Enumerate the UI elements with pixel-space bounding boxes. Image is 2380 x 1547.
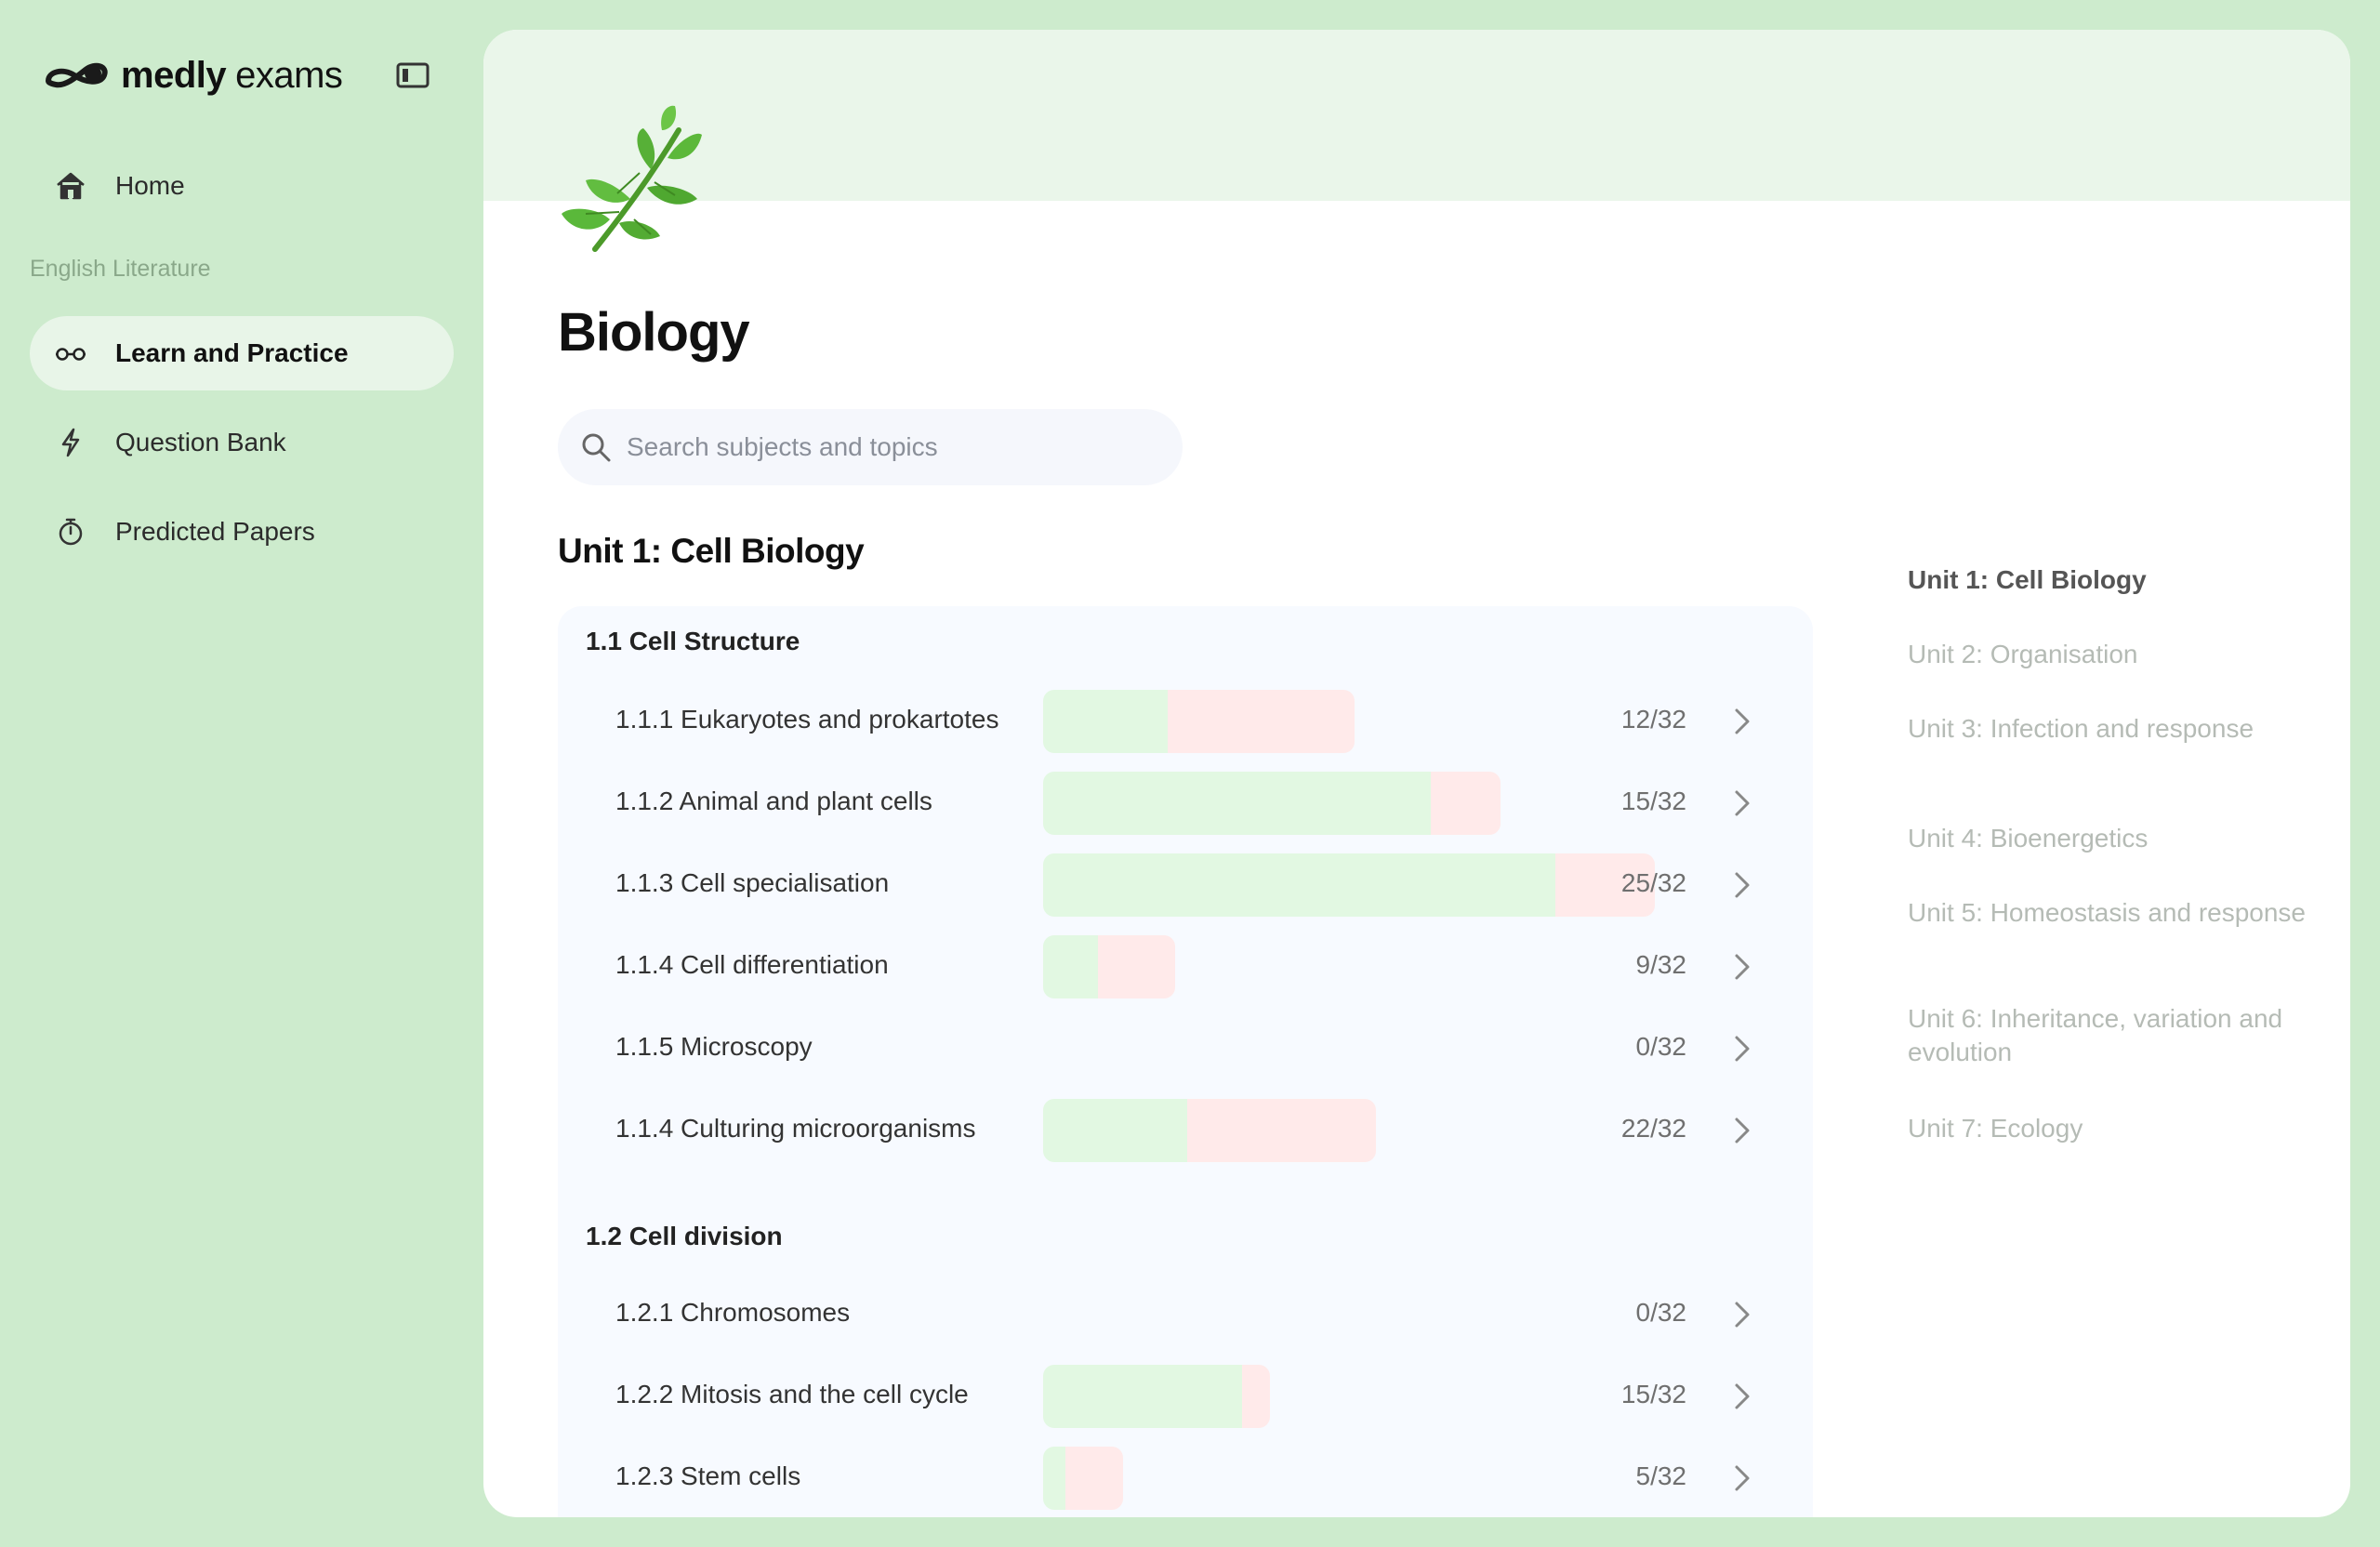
chevron-right-icon[interactable] (1726, 868, 1759, 902)
brand-suffix: exams (235, 55, 343, 96)
progress-incorrect-segment (1098, 935, 1175, 998)
sidebar-item-learn-and-practice[interactable]: Learn and Practice (30, 316, 454, 390)
progress-incorrect-segment (1187, 1099, 1376, 1162)
topic-label: 1.1.2 Animal and plant cells (615, 787, 932, 815)
progress-correct-segment (1043, 1447, 1065, 1510)
outline-item-unit-7[interactable]: Unit 7: Ecology (1908, 1112, 2317, 1145)
outline-item-unit-4[interactable]: Unit 4: Bioenergetics (1908, 822, 2317, 855)
progress-correct-segment (1043, 690, 1168, 753)
topic-label: 1.1.1 Eukaryotes and prokartotes (615, 705, 999, 734)
topic-progress-bar (1043, 690, 1355, 753)
topics-panel: 1.1 Cell Structure 1.1.1 Eukaryotes and p… (558, 606, 1813, 1517)
subject-banner (483, 30, 2350, 201)
topic-label: 1.1.5 Microscopy (615, 1032, 813, 1061)
progress-incorrect-segment (1242, 1365, 1270, 1428)
outline-item-unit-6[interactable]: Unit 6: Inheritance, variation and evolu… (1908, 1002, 2317, 1069)
chevron-right-icon[interactable] (1726, 950, 1759, 984)
topic-row[interactable]: 1.1.2 Animal and plant cells 15/32 (558, 766, 1813, 840)
progress-correct-segment (1043, 772, 1431, 835)
outline-item-unit-5[interactable]: Unit 5: Homeostasis and response (1908, 896, 2317, 930)
sidebar-item-label: Predicted Papers (115, 517, 315, 546)
search-bar[interactable] (558, 409, 1183, 485)
glasses-icon (54, 337, 87, 370)
chevron-right-icon[interactable] (1726, 1380, 1759, 1413)
topic-row[interactable]: 1.1.3 Cell specialisation 25/32 (558, 848, 1813, 922)
topic-score: 0/32 (1635, 1032, 1687, 1061)
brand-name: medly (121, 55, 227, 96)
topic-score: 15/32 (1620, 1380, 1686, 1408)
topic-score: 0/32 (1635, 1298, 1687, 1327)
topic-label: 1.1.3 Cell specialisation (615, 868, 890, 897)
sidebar: medly exams Home English Literature Learn… (0, 0, 483, 1547)
chevron-right-icon[interactable] (1726, 787, 1759, 820)
topic-progress-bar (1043, 935, 1175, 998)
herb-leaf-icon (562, 105, 702, 252)
sidebar-item-home[interactable]: Home (30, 149, 454, 223)
topic-label: 1.2.3 Stem cells (615, 1461, 801, 1490)
sidebar-toggle-button[interactable] (394, 60, 431, 91)
progress-correct-segment (1043, 1099, 1187, 1162)
main-content: Biology Unit 1: Cell Biology 1.1 Cell St… (483, 30, 2350, 1517)
progress-correct-segment (1043, 935, 1098, 998)
topic-row[interactable]: 1.2.1 Chromosomes 0/32 (558, 1277, 1813, 1352)
topic-row[interactable]: 1.1.4 Cell differentiation 9/32 (558, 930, 1813, 1004)
topic-label: 1.2.1 Chromosomes (615, 1298, 851, 1327)
topic-row[interactable]: 1.2.3 Stem cells 5/32 (558, 1441, 1813, 1515)
progress-incorrect-segment (1431, 772, 1501, 835)
brand-logo[interactable]: medly exams (43, 52, 343, 99)
topic-score: 22/32 (1620, 1114, 1686, 1143)
topic-row[interactable]: 1.1.5 Microscopy 0/32 (558, 1012, 1813, 1086)
topic-row[interactable]: 1.2.2 Mitosis and the cell cycle 15/32 (558, 1359, 1813, 1434)
topic-label: 1.1.4 Culturing microorganisms (615, 1114, 976, 1143)
infinity-logo-icon (45, 62, 108, 88)
page-title: Biology (558, 302, 750, 363)
topic-progress-bar (1043, 1365, 1270, 1428)
sidebar-item-label: Learn and Practice (115, 338, 349, 367)
chevron-right-icon[interactable] (1726, 1461, 1759, 1495)
topic-label: 1.2.2 Mitosis and the cell cycle (615, 1380, 969, 1408)
sidebar-panel-icon (396, 62, 430, 88)
home-icon (54, 169, 87, 203)
progress-incorrect-segment (1168, 690, 1355, 753)
progress-correct-segment (1043, 1365, 1242, 1428)
progress-incorrect-segment (1065, 1447, 1123, 1510)
section-title: 1.1 Cell Structure (586, 627, 800, 655)
outline-item-unit-1[interactable]: Unit 1: Cell Biology (1908, 563, 2317, 597)
outline-item-unit-3[interactable]: Unit 3: Infection and response (1908, 712, 2317, 746)
lightning-icon (54, 426, 87, 459)
topic-score: 9/32 (1635, 950, 1687, 979)
topic-row[interactable]: 1.1.1 Eukaryotes and prokartotes 12/32 (558, 684, 1813, 759)
outline-item-unit-2[interactable]: Unit 2: Organisation (1908, 638, 2317, 671)
chevron-right-icon[interactable] (1726, 1032, 1759, 1065)
sidebar-item-label: Question Bank (115, 428, 286, 456)
sidebar-section-label: English Literature (30, 256, 211, 282)
topic-label: 1.1.4 Cell differentiation (615, 950, 889, 979)
sidebar-item-label: Home (115, 171, 185, 200)
chevron-right-icon[interactable] (1726, 1298, 1759, 1331)
search-icon (582, 433, 611, 462)
topic-row[interactable]: 1.1.4 Culturing microorganisms 22/32 (558, 1093, 1813, 1168)
progress-correct-segment (1043, 853, 1555, 917)
topic-progress-bar (1043, 853, 1655, 917)
topic-progress-bar (1043, 772, 1501, 835)
topic-progress-bar (1043, 1099, 1376, 1162)
topic-progress-bar (1043, 1447, 1123, 1510)
topic-score: 15/32 (1620, 787, 1686, 815)
unit-heading: Unit 1: Cell Biology (558, 532, 865, 570)
chevron-right-icon[interactable] (1726, 705, 1759, 738)
sidebar-item-predicted-papers[interactable]: Predicted Papers (30, 495, 454, 569)
topic-score: 5/32 (1635, 1461, 1687, 1490)
stopwatch-icon (54, 515, 87, 549)
search-input[interactable] (627, 432, 1147, 462)
topic-score: 12/32 (1620, 705, 1686, 734)
topic-score: 25/32 (1620, 868, 1686, 897)
section-title: 1.2 Cell division (586, 1222, 783, 1250)
sidebar-item-question-bank[interactable]: Question Bank (30, 405, 454, 480)
chevron-right-icon[interactable] (1726, 1114, 1759, 1147)
